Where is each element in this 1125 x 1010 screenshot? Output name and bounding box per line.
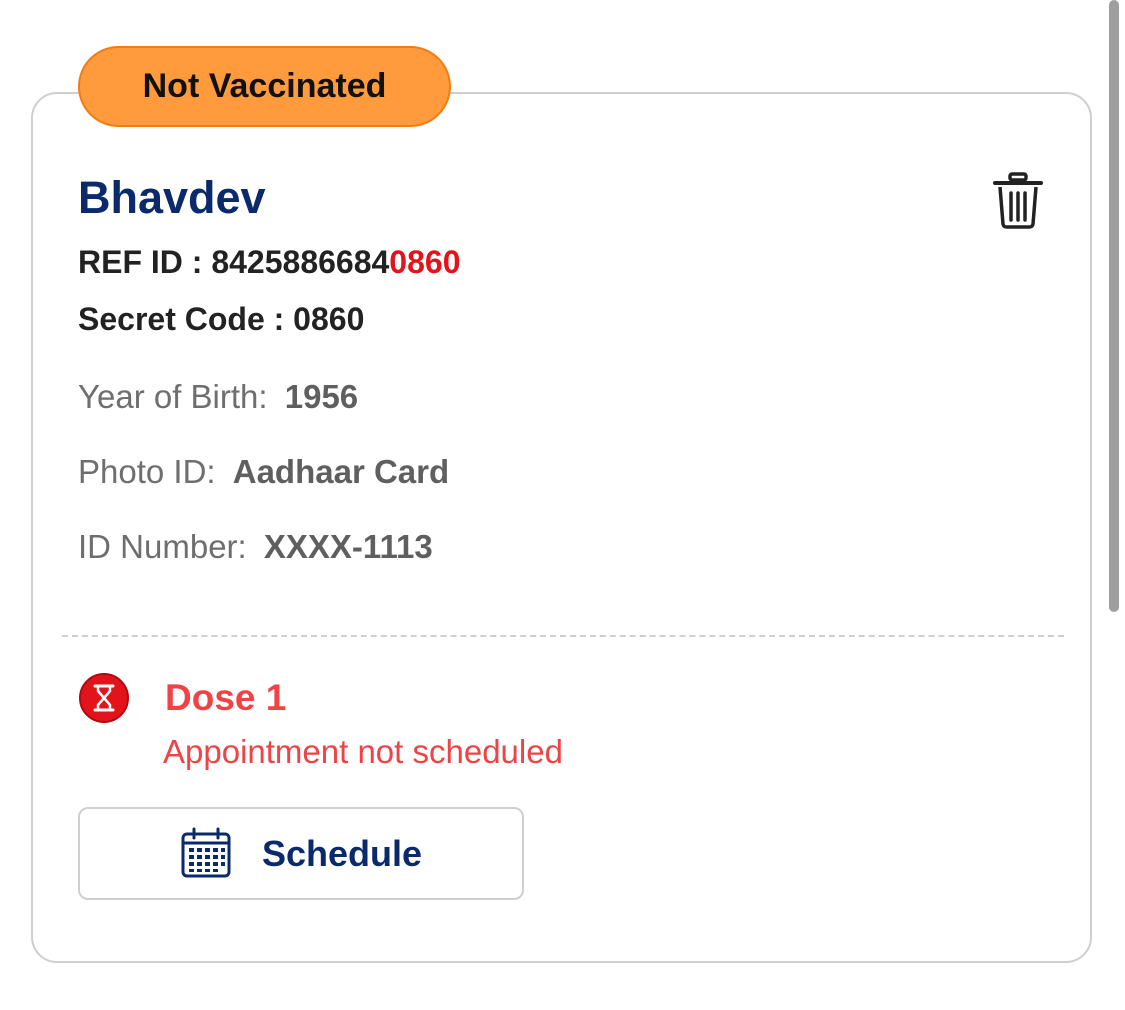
ref-id-prefix: 8425886684 xyxy=(211,244,390,280)
dose-status: Appointment not scheduled xyxy=(163,733,563,770)
page: Not Vaccinated Bhavdev REF ID : 84258866… xyxy=(0,0,1125,1010)
ref-id-label: REF ID : xyxy=(78,244,212,280)
calendar-icon xyxy=(181,827,231,878)
photo-id-row: Photo ID: Aadhaar Card xyxy=(78,450,449,494)
year-of-birth-row: Year of Birth: 1956 xyxy=(78,375,358,419)
dashed-divider xyxy=(62,635,1064,637)
scrollbar-thumb[interactable] xyxy=(1109,0,1119,612)
id-number-label: ID Number: xyxy=(78,528,247,565)
delete-button[interactable] xyxy=(990,170,1046,230)
scrollbar[interactable] xyxy=(1109,0,1119,612)
dose-title: Dose 1 xyxy=(165,677,287,718)
secret-code: Secret Code : 0860 xyxy=(78,301,365,337)
id-number-row: ID Number: XXXX-1113 xyxy=(78,525,433,569)
id-number-value: XXXX-1113 xyxy=(263,528,433,565)
schedule-button-label: Schedule xyxy=(262,833,423,874)
photo-id-label: Photo ID: xyxy=(78,453,216,490)
ref-id: REF ID : 84258866840860 xyxy=(78,240,460,284)
year-of-birth-value: 1956 xyxy=(284,378,359,415)
ref-id-highlight: 0860 xyxy=(389,244,461,280)
status-badge: Not Vaccinated xyxy=(78,46,451,127)
beneficiary-name: Bhavdev xyxy=(78,172,266,223)
trash-icon xyxy=(993,172,1043,229)
schedule-button[interactable]: Schedule xyxy=(78,807,524,900)
year-of-birth-label: Year of Birth: xyxy=(78,378,268,415)
hourglass-icon xyxy=(78,672,130,724)
photo-id-value: Aadhaar Card xyxy=(232,453,450,490)
